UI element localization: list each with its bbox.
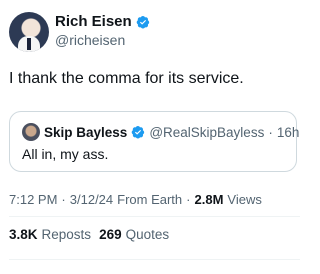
quoted-handle: @RealSkipBayless [149, 124, 265, 140]
tweet-meta: 7:12 PM · 3/12/24 From Earth · 2.8M View… [9, 192, 262, 207]
quotes-label: Quotes [125, 227, 170, 242]
views-count: 2.8M [194, 192, 224, 207]
name-row: Rich Eisen [55, 13, 150, 30]
separator-dot: · [61, 192, 66, 207]
post-source: From Earth [117, 192, 183, 207]
post-date[interactable]: 3/12/24 [70, 192, 113, 207]
divider [9, 259, 300, 260]
verified-badge-icon [132, 126, 145, 139]
tweet-text: I thank the comma for its service. [9, 70, 244, 87]
engagement-stats: 3.8K Reposts 269 Quotes [9, 227, 169, 242]
author-handle[interactable]: @richeisen [55, 32, 125, 48]
separator-dot: · [186, 192, 191, 207]
tweet-header: Rich Eisen @richeisen [9, 12, 299, 52]
tweet-card: Rich Eisen @richeisen I thank the comma … [0, 0, 300, 274]
reposts-count: 3.8K [9, 227, 38, 242]
avatar[interactable] [9, 12, 49, 52]
quotes-stat[interactable]: 269 Quotes [99, 227, 169, 242]
verified-badge-icon [136, 15, 149, 29]
quoted-tweet[interactable]: Skip Bayless @RealSkipBayless · 16h All … [9, 111, 299, 172]
quoted-header: Skip Bayless @RealSkipBayless · 16h [22, 123, 299, 141]
reposts-label: Reposts [41, 227, 92, 242]
quoted-timestamp[interactable]: 16h [277, 125, 300, 140]
quotes-count: 269 [99, 227, 122, 242]
views-label: Views [227, 192, 262, 207]
separator-dot: · [268, 124, 273, 140]
author-display-name[interactable]: Rich Eisen [55, 13, 132, 30]
post-time[interactable]: 7:12 PM [9, 192, 57, 207]
quoted-text: All in, my ass. [22, 146, 109, 162]
reposts-stat[interactable]: 3.8K Reposts [9, 227, 91, 242]
divider [9, 216, 300, 217]
quoted-display-name: Skip Bayless [44, 124, 128, 140]
quoted-avatar [22, 123, 40, 141]
